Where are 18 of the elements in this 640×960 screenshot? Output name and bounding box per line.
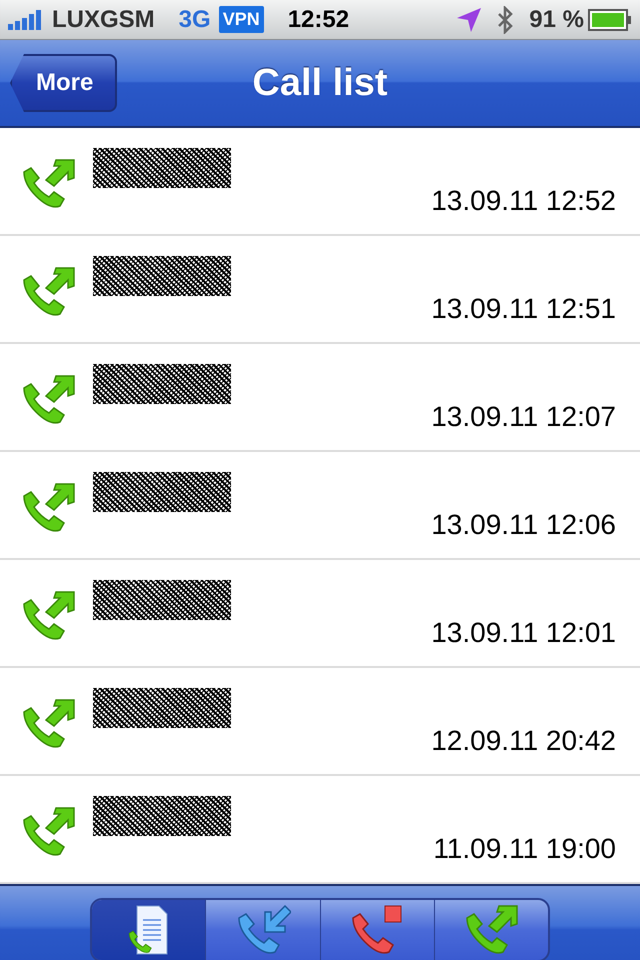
call-time: 13.09.11 12:01: [431, 616, 616, 650]
clock: 12:52: [288, 4, 350, 34]
battery-percent: 91 %: [529, 4, 584, 34]
back-button[interactable]: More: [10, 54, 118, 112]
location-icon: [457, 8, 482, 32]
vpn-badge: VPN: [218, 6, 264, 33]
carrier-name: LUXGSM: [52, 4, 155, 34]
filter-tab[interactable]: [92, 900, 206, 960]
call-time: 13.09.11 12:52: [431, 184, 616, 218]
network-type: 3G: [178, 4, 211, 34]
screen-title: Call list: [252, 60, 388, 106]
call-time: 13.09.11 12:07: [431, 400, 616, 434]
call-time: 13.09.11 12:51: [431, 292, 616, 326]
call-time: 11.09.11 19:00: [433, 832, 616, 866]
bluetooth-icon: [497, 6, 514, 34]
battery-icon: [588, 8, 632, 30]
call-time: 12.09.11 20:42: [431, 724, 616, 758]
call-time: 13.09.11 12:06: [431, 508, 616, 542]
